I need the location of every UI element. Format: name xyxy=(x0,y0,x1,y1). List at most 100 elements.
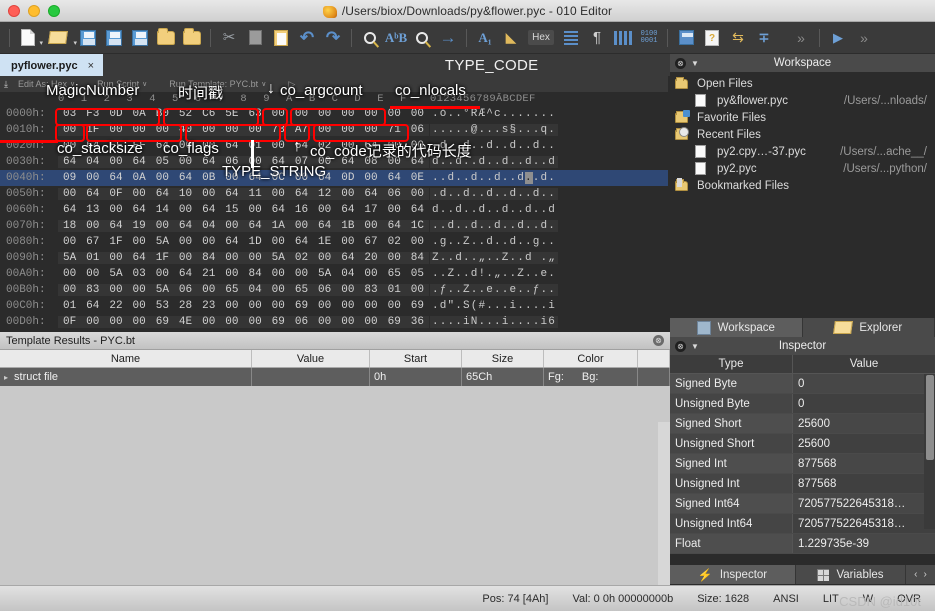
hex-byte-cell[interactable]: 00 xyxy=(359,268,382,280)
hex-byte-cell[interactable]: 64 xyxy=(336,252,360,264)
hex-byte-cell[interactable]: 12 xyxy=(313,188,337,200)
hex-byte-cell[interactable]: 00 xyxy=(267,140,290,152)
tab-explorer[interactable]: Explorer xyxy=(802,318,935,337)
hex-row[interactable]: 00A0h: 00 00 5A 03 00 64 21 00 84 00 00 5A 04 00 65 05..… xyxy=(0,266,668,282)
hex-row-ascii[interactable]: Z..d..„..Z..d .„ xyxy=(430,252,559,264)
hex-byte-cell[interactable]: 53 xyxy=(151,300,174,312)
hex-byte-cell[interactable]: 73 xyxy=(266,124,290,136)
hex-byte-cell[interactable]: 00 xyxy=(243,316,267,328)
hex-byte-cell[interactable]: 00 xyxy=(104,284,128,296)
hex-byte-cell[interactable]: 00 xyxy=(58,236,81,248)
hex-byte-cell[interactable]: 00 xyxy=(173,156,198,168)
hex-byte-cell[interactable]: 21 xyxy=(197,268,220,280)
hex-byte-cell[interactable]: 5A xyxy=(151,236,174,248)
scrollbar-thumb[interactable] xyxy=(925,375,934,460)
hex-row[interactable]: 0070h: 18 00 64 19 00 64 04 00 64 1A 00 64 1B 00 64 1C..… xyxy=(0,218,668,234)
hex-byte-cell[interactable]: 64 xyxy=(406,204,429,216)
hex-byte-cell[interactable]: 00 xyxy=(405,188,429,200)
hex-byte-cell[interactable]: 64 xyxy=(267,204,290,216)
hex-byte-cell[interactable]: 00 xyxy=(267,268,290,280)
hex-editor-view[interactable]: 0 1 2 3 4 5 6 7 8 9 A B C D E F 01234567… xyxy=(0,92,668,332)
hex-byte-cell[interactable]: C6 xyxy=(197,108,220,120)
column-mode-button[interactable] xyxy=(610,25,636,51)
hex-byte-cell[interactable]: 71 xyxy=(382,124,406,136)
hex-byte-cell[interactable]: 64 xyxy=(220,236,243,248)
tab-workspace[interactable]: Workspace xyxy=(670,318,803,337)
template-vertical-scrollbar[interactable] xyxy=(658,422,670,595)
hex-byte-cell[interactable]: 05 xyxy=(406,268,429,280)
hex-byte-cell[interactable]: 00 xyxy=(58,188,82,200)
hex-byte-cell[interactable]: 0A xyxy=(128,172,151,184)
hex-byte-cell[interactable]: 64 xyxy=(150,188,174,200)
template-row-color[interactable]: Fg: Bg: xyxy=(544,368,638,386)
hex-byte-cell[interactable]: 00 xyxy=(174,204,197,216)
hex-byte-cell[interactable]: 5A xyxy=(104,268,127,280)
hex-row[interactable]: 00B0h: 00 83 00 00 5A 06 00 65 04 00 65 06 00 83 01 00 .ƒ… xyxy=(0,282,668,298)
hex-byte-cell[interactable]: 01 xyxy=(382,284,406,296)
hex-byte-cell[interactable]: 00 xyxy=(150,220,174,232)
template-row-name-cell[interactable]: ▸ struct file xyxy=(0,368,252,386)
hex-byte-cell[interactable]: 1A xyxy=(266,220,290,232)
hex-byte-cell[interactable]: 69 xyxy=(406,300,429,312)
hex-byte-cell[interactable]: 1C xyxy=(405,220,429,232)
hex-byte-cell[interactable]: 00 xyxy=(267,108,290,120)
inspector-tab-prev-button[interactable]: ‹ xyxy=(914,569,917,580)
hex-byte-cell[interactable]: 06 xyxy=(382,188,406,200)
column-header-type[interactable]: Type xyxy=(670,355,793,373)
inspector-row[interactable]: Unsigned Int 877568 xyxy=(670,474,935,494)
hex-byte-cell[interactable]: 00 xyxy=(81,172,104,184)
hex-byte-cell[interactable]: 00 xyxy=(359,300,382,312)
hex-byte-cell[interactable]: 00 xyxy=(336,284,360,296)
hex-byte-cell[interactable]: 00 xyxy=(127,316,151,328)
inspector-row-value[interactable]: 25600 xyxy=(793,434,935,453)
hex-row-bytes[interactable]: 5A 01 00 64 1F 00 84 00 00 5A 02 00 64 20 00 84 xyxy=(58,252,430,264)
bookmarked-files-group[interactable]: Bookmarked Files xyxy=(675,177,935,194)
open-file-button[interactable]: ▾ xyxy=(41,25,77,51)
hex-byte-cell[interactable]: 00 xyxy=(382,252,406,264)
hex-byte-cell[interactable]: 00 xyxy=(104,124,128,136)
open-folder-button[interactable] xyxy=(153,25,179,51)
hex-byte-cell[interactable]: 67 xyxy=(359,236,382,248)
hex-byte-cell[interactable]: 69 xyxy=(266,316,290,328)
redo-button[interactable]: ↷ xyxy=(320,25,346,51)
hex-row[interactable]: 0050h: 00 64 0F 00 64 10 00 64 11 00 64 12 00 64 06 00 .d… xyxy=(0,186,668,202)
hex-byte-cell[interactable]: 84 xyxy=(405,252,429,264)
hex-byte-cell[interactable]: 06 xyxy=(173,284,198,296)
inspector-row[interactable]: Signed Short 25600 xyxy=(670,414,935,434)
hex-byte-cell[interactable]: 64 xyxy=(81,300,104,312)
workspace-file-list[interactable]: Open Files py&flower.pyc/Users/...nloads/… xyxy=(670,72,935,194)
hex-byte-cell[interactable]: 00 xyxy=(58,124,82,136)
hex-byte-cell[interactable]: 00 xyxy=(313,204,336,216)
inspector-tab-next-button[interactable]: › xyxy=(924,569,927,580)
hex-byte-cell[interactable]: 00 xyxy=(81,268,104,280)
hex-byte-cell[interactable]: 64 xyxy=(197,156,221,168)
hex-byte-cell[interactable]: 00 xyxy=(383,204,406,216)
run-all-button[interactable]: » xyxy=(851,25,877,51)
hex-byte-cell[interactable]: 1F xyxy=(104,236,127,248)
hex-byte-cell[interactable]: 00 xyxy=(313,252,337,264)
hex-byte-cell[interactable]: 00 xyxy=(128,300,151,312)
hex-byte-cell[interactable]: 00 xyxy=(220,124,244,136)
column-header-name[interactable]: Name xyxy=(0,350,252,367)
inspector-row[interactable]: Float 1.229735e-39 xyxy=(670,534,935,554)
hex-byte-cell[interactable]: 5A xyxy=(150,284,174,296)
show-paragraph-button[interactable]: ¶ xyxy=(584,25,610,51)
find-button[interactable] xyxy=(357,25,383,51)
hex-byte-cell[interactable]: 10 xyxy=(173,188,198,200)
hex-byte-cell[interactable]: 64 xyxy=(128,204,151,216)
column-header-extra[interactable] xyxy=(638,350,670,367)
recent-files-group[interactable]: Recent Files xyxy=(675,126,935,143)
hex-byte-cell[interactable]: 00 xyxy=(174,236,197,248)
inspector-row-value[interactable]: 0 xyxy=(793,394,935,413)
find-in-files-button[interactable] xyxy=(409,25,435,51)
hex-row[interactable]: 0040h: 09 00 64 0A 00 64 0B 00 64 0C 00 64 0D 00 64 0E..… xyxy=(0,170,668,186)
hex-byte-cell[interactable]: 64 xyxy=(81,188,105,200)
hex-byte-cell[interactable]: 00 xyxy=(197,124,221,136)
hex-row-bytes[interactable]: 00 00 5A 03 00 64 21 00 84 00 00 5A 04 00 65 05 xyxy=(58,268,430,280)
hex-byte-cell[interactable]: 00 xyxy=(405,284,429,296)
hex-row-ascii[interactable]: ..Z..d!.„..Z..e. xyxy=(430,268,558,280)
hex-byte-cell[interactable]: 00 xyxy=(197,236,220,248)
recent-file-py2cpy37[interactable]: py2.cpy…-37.pyc/Users/...ache__/ xyxy=(675,143,935,160)
hex-byte-cell[interactable]: 00 xyxy=(244,300,267,312)
hex-byte-cell[interactable]: 64 xyxy=(174,268,197,280)
